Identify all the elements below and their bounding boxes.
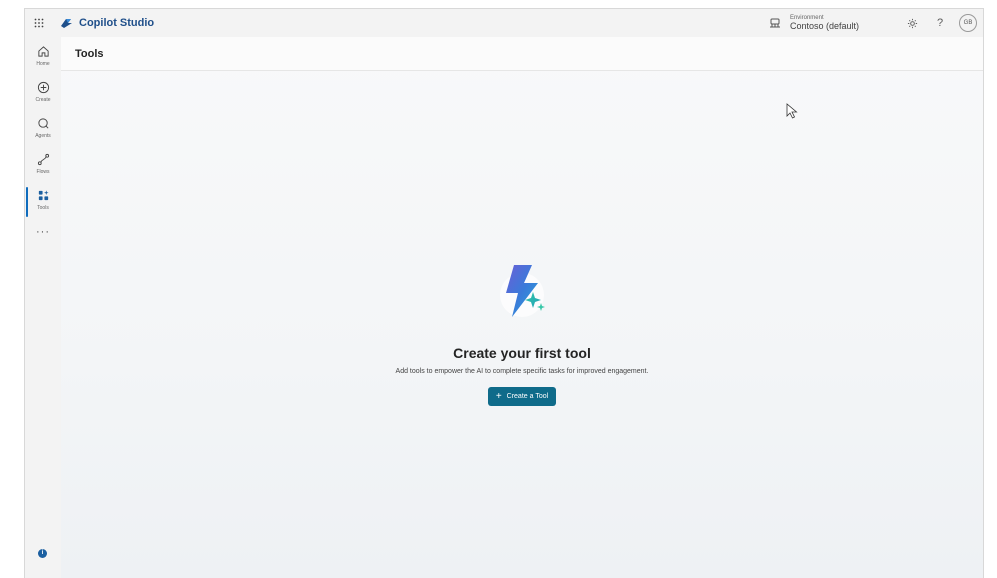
settings-gear-icon[interactable]: [901, 12, 923, 34]
user-avatar[interactable]: GB: [959, 14, 977, 32]
rail-label-home: Home: [36, 61, 50, 67]
brand[interactable]: Copilot Studio: [59, 17, 154, 29]
app-name: Copilot Studio: [79, 17, 155, 29]
flow-icon: [37, 153, 49, 166]
info-icon[interactable]: i: [38, 549, 47, 558]
create-tool-button[interactable]: + Create a Tool: [487, 387, 557, 406]
rail-label-flows: Flows: [36, 169, 50, 175]
agent-icon: [37, 118, 48, 129]
empty-state: Create your first tool Add tools to empo…: [61, 259, 983, 406]
environment-picker[interactable]: Environment Contoso (default): [768, 15, 859, 31]
left-navigation-rail: Home Create Agents Flows Tools ··· i: [25, 37, 61, 578]
empty-state-title: Create your first tool: [453, 345, 591, 361]
rail-label-create: Create: [35, 97, 51, 103]
top-bar-actions: Environment Contoso (default) ? GB: [768, 9, 977, 37]
help-icon[interactable]: ?: [929, 12, 951, 34]
rail-item-tools[interactable]: Tools: [25, 185, 61, 219]
rail-more-icon[interactable]: ···: [25, 226, 61, 238]
rail-item-flows[interactable]: Flows: [25, 149, 61, 183]
main-content: Tools Create your first tool Add tools t…: [61, 37, 983, 578]
rail-item-home[interactable]: Home: [25, 41, 61, 75]
empty-state-subtitle: Add tools to empower the AI to complete …: [395, 368, 649, 375]
rail-label-agents: Agents: [35, 133, 51, 139]
create-tool-button-label: Create a Tool: [506, 393, 549, 400]
environment-value: Contoso (default): [789, 21, 859, 31]
environment-icon: [769, 18, 780, 28]
rail-item-create[interactable]: Create: [25, 77, 61, 111]
environment-text: Environment Contoso (default): [790, 15, 859, 31]
plus-icon: +: [495, 390, 502, 402]
page-title: Tools: [75, 47, 104, 60]
top-bar: Copilot Studio Environment Contoso (defa…: [25, 9, 983, 37]
plus-circle-icon: [37, 81, 49, 94]
lightning-sparkle-icon: [500, 265, 545, 317]
app-window: Copilot Studio Environment Contoso (defa…: [24, 8, 984, 578]
page-header: Tools: [61, 37, 983, 71]
tools-icon: [38, 190, 49, 201]
copilot-studio-logo-icon: [61, 19, 72, 28]
home-icon: [37, 46, 49, 57]
rail-item-agents[interactable]: Agents: [25, 113, 61, 147]
mouse-cursor-icon: [786, 103, 798, 119]
rail-label-tools: Tools: [37, 205, 49, 211]
app-launcher-icon[interactable]: [25, 9, 53, 37]
